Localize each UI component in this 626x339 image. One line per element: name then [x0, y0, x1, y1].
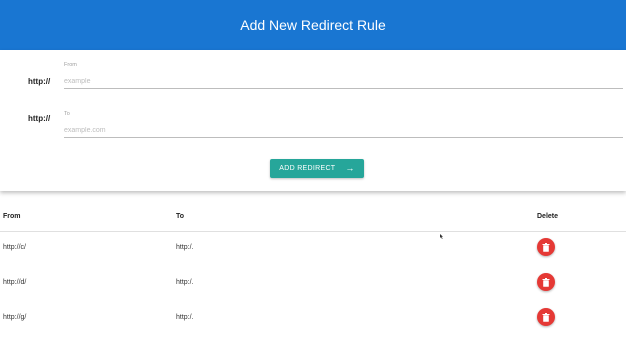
delete-button[interactable]: [537, 238, 555, 256]
row-to: http:/.: [176, 314, 194, 321]
from-label: From: [64, 62, 77, 68]
arrow-right-icon: →: [345, 163, 355, 173]
page-title: Add New Redirect Rule: [240, 17, 386, 33]
table-row: http://g/ http:/.: [0, 302, 626, 337]
to-label: To: [64, 111, 70, 117]
table-row: http://d/ http:/.: [0, 267, 626, 302]
from-prefix: http://: [28, 77, 51, 86]
redirect-form: http:// From http:// To ADD REDIRECT →: [0, 50, 626, 191]
add-redirect-label: ADD REDIRECT: [279, 165, 336, 172]
add-redirect-button[interactable]: ADD REDIRECT →: [270, 159, 364, 178]
to-prefix: http://: [28, 114, 51, 123]
from-row: http:// From: [0, 60, 626, 100]
trash-icon: [542, 312, 550, 322]
table-row: http://c/ http:/.: [0, 232, 626, 267]
table-header: From To Delete: [0, 203, 626, 232]
to-row: http:// To: [0, 109, 626, 149]
row-from: http://c/: [3, 244, 26, 251]
trash-icon: [542, 242, 550, 252]
row-to: http:/.: [176, 244, 194, 251]
column-header-from: From: [3, 213, 21, 220]
row-from: http://g/: [3, 314, 27, 321]
row-to: http:/.: [176, 279, 194, 286]
trash-icon: [542, 277, 550, 287]
from-input[interactable]: [64, 74, 623, 89]
column-header-to: To: [176, 213, 185, 220]
row-from: http://d/: [3, 279, 27, 286]
mouse-cursor-icon: [440, 234, 443, 239]
delete-button[interactable]: [537, 273, 555, 291]
to-input[interactable]: [64, 123, 623, 138]
page-header: Add New Redirect Rule: [0, 0, 626, 50]
delete-button[interactable]: [537, 308, 555, 326]
redirects-table: From To Delete http://c/ http:/. http://…: [0, 203, 626, 337]
column-header-delete: Delete: [537, 213, 559, 220]
